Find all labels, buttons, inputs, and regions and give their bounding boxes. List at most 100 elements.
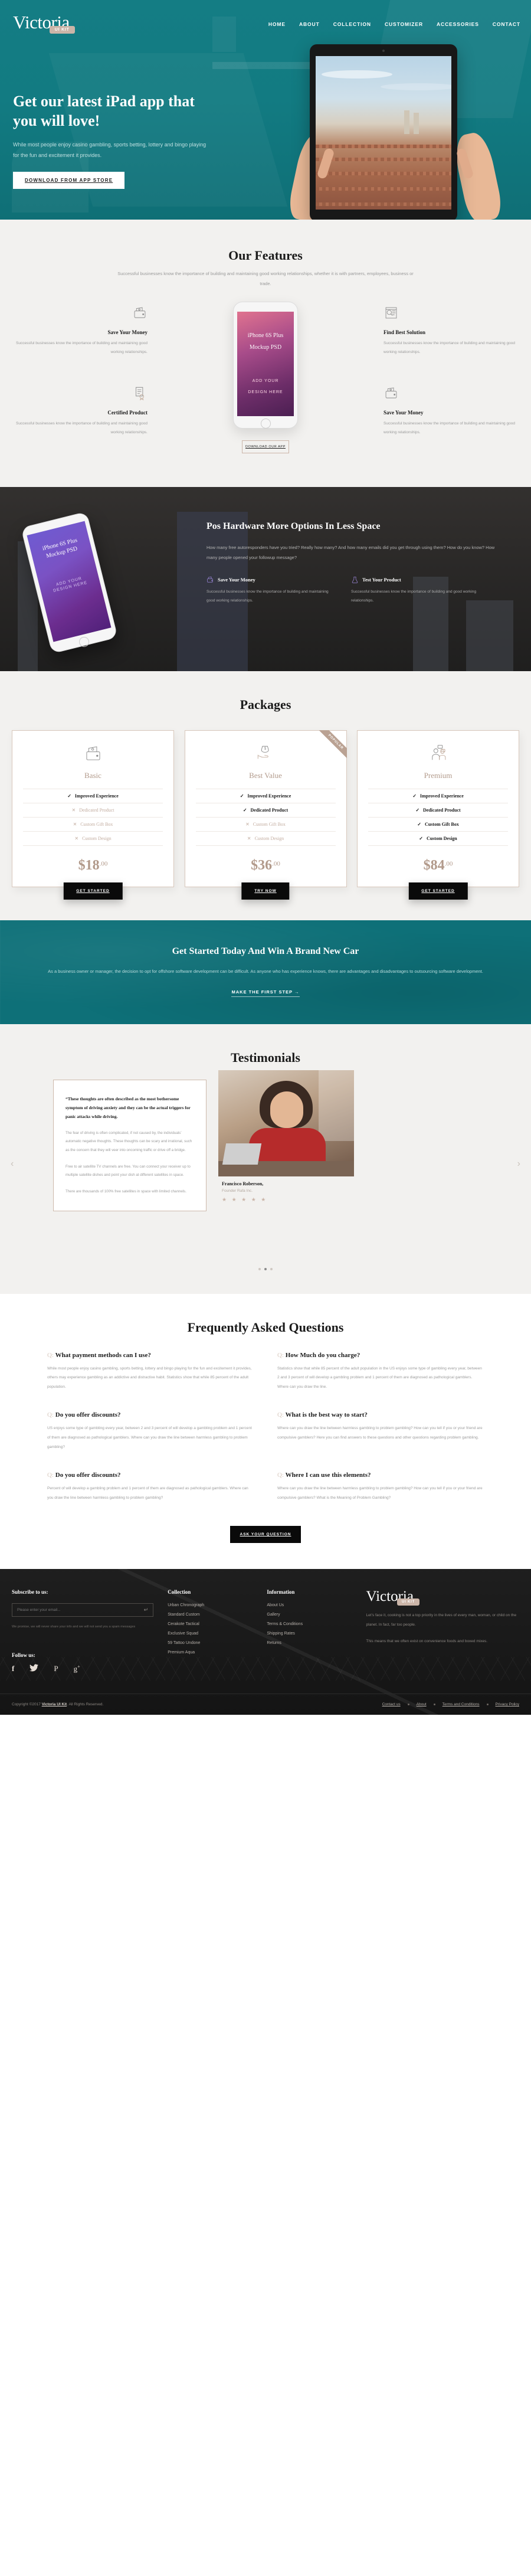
package-cta-button[interactable]: GET STARTED <box>408 882 468 900</box>
faq-item: Q: Do you offer discounts? US enjoys som… <box>47 1411 254 1452</box>
footer-bottom-links[interactable]: Contact us About Terms and Conditions Pr… <box>382 1702 519 1707</box>
collection-list-item[interactable]: 59 Tattoo Undone <box>168 1641 253 1645</box>
tower-shape <box>414 113 419 134</box>
carousel-dot-active[interactable] <box>264 1267 267 1270</box>
facebook-icon[interactable]: f <box>12 1664 14 1673</box>
cross-icon: ✕ <box>71 807 76 813</box>
separator-dot <box>433 1704 435 1706</box>
information-list-item[interactable]: About Us <box>267 1603 352 1607</box>
collection-list-item[interactable]: Urban Chronograph <box>168 1603 253 1607</box>
faq-question: Q: Do you offer discounts? <box>47 1411 254 1418</box>
features-column-right: Find Best Solution Successful businesses… <box>384 305 519 466</box>
iphone-mockup: iPhone 6S Plus Mockup PSD ADD YOUR DESIG… <box>21 511 118 654</box>
features-title: Our Features <box>228 248 303 263</box>
feature-text: Successful businesses know the importanc… <box>16 421 148 434</box>
carousel-dot[interactable] <box>258 1267 261 1270</box>
hero-copy: Get our latest iPad app that you will lo… <box>13 91 208 189</box>
package-card-best-value[interactable]: POPULAR $ Best Value ✓ Improved Experienc… <box>184 730 347 900</box>
information-heading: Information <box>267 1589 295 1596</box>
testimonial-slide: “These thoughts are often described as t… <box>53 1070 478 1211</box>
collection-list-item[interactable]: Exclusive Squad <box>168 1632 253 1636</box>
package-feature-label: Improved Experience <box>247 793 291 799</box>
pinterest-icon[interactable]: P <box>54 1664 58 1673</box>
nav-item-home[interactable]: HOME <box>268 21 286 27</box>
package-price: $18.00 <box>23 858 163 874</box>
footer-collection-column: Collection Urban Chronograph Standard Cu… <box>168 1589 253 1673</box>
faq-item: Q: How Much do you charge? Statistics sh… <box>277 1352 484 1392</box>
pos-feature-title: Test Your Product <box>362 577 401 583</box>
collection-list-item[interactable]: Standard Custom <box>168 1613 253 1617</box>
pos-paragraph: How many free autoresponders have you tr… <box>206 545 495 561</box>
package-card-basic[interactable]: Basic ✓ Improved Experience ✕ Dedicated Pr… <box>12 730 174 900</box>
email-input[interactable] <box>17 1608 144 1613</box>
mockup-cta-2: DESIGN HERE <box>248 390 283 394</box>
feature-item: Save Your Money Successful businesses kn… <box>384 385 519 437</box>
copyright-prefix: Copyright ©2017 <box>12 1702 42 1707</box>
footer-logo[interactable]: Victoria UI KIT <box>366 1589 519 1606</box>
package-name: Premium <box>424 770 453 780</box>
tower-shape <box>404 110 409 134</box>
faq-question: Q: Do you offer discounts? <box>47 1472 254 1479</box>
packages-title: Packages <box>240 697 291 712</box>
package-price: $84.00 <box>368 858 508 874</box>
footer-information-column: Information About Us Gallery Terms & Con… <box>267 1589 352 1673</box>
carousel-dot[interactable] <box>270 1267 273 1270</box>
feature-title: Certified Product <box>107 409 148 416</box>
package-cta-button[interactable]: TRY NOW <box>241 882 290 900</box>
mockup-cta-1: ADD YOUR <box>252 378 279 383</box>
collection-list-item[interactable]: Premium Aqua <box>168 1650 253 1655</box>
enter-arrow-icon[interactable]: ↵ <box>144 1607 149 1613</box>
collection-list[interactable]: Urban Chronograph Standard Custom Cerako… <box>168 1603 253 1655</box>
subscribe-form[interactable]: ↵ <box>12 1603 154 1617</box>
faq-item: Q: What payment methods can I use? While… <box>47 1352 254 1392</box>
package-card-premium[interactable]: Premium ✓ Improved Experience ✓ Dedicated … <box>357 730 519 900</box>
ask-your-question-button[interactable]: ASK YOUR QUESTION <box>230 1526 301 1544</box>
package-price-amount: $84 <box>423 857 445 873</box>
footer-subscribe-column: Subscribe to us: ↵ We promise, we will n… <box>12 1589 154 1673</box>
information-list-item[interactable]: Shipping Rates <box>267 1632 352 1636</box>
pos-feature-list: Save Your Money Successful businesses kn… <box>206 576 502 606</box>
features-grid: Save Your Money Successful businesses kn… <box>12 302 519 466</box>
information-list-item[interactable]: Gallery <box>267 1613 352 1617</box>
carousel-dots[interactable] <box>0 1267 531 1270</box>
twitter-icon[interactable] <box>30 1664 39 1672</box>
nav-item-about[interactable]: ABOUT <box>299 21 320 27</box>
package-feature-label: Custom Design <box>82 835 112 841</box>
copyright-brand[interactable]: Victoria UI Kit <box>42 1702 67 1707</box>
information-list-item[interactable]: Terms & Conditions <box>267 1622 352 1626</box>
collection-list-item[interactable]: Cerakote Tactical <box>168 1622 253 1626</box>
make-first-step-link[interactable]: MAKE THE FIRST STEP → <box>231 989 300 997</box>
information-list-item[interactable]: Returns <box>267 1641 352 1645</box>
package-feature: ✓ Improved Experience <box>23 789 163 803</box>
nav-item-customizer[interactable]: CUSTOMIZER <box>385 21 423 27</box>
information-list[interactable]: About Us Gallery Terms & Conditions Ship… <box>267 1603 352 1645</box>
nav-item-contact[interactable]: CONTACT <box>493 21 520 27</box>
rooftops-shape <box>316 145 451 148</box>
site-logo[interactable]: Victoria UI KIT <box>13 13 75 34</box>
footer-link-privacy[interactable]: Privacy Policy <box>496 1702 519 1707</box>
package-feature-label: Improved Experience <box>74 793 119 799</box>
check-icon: ✓ <box>242 807 247 813</box>
rooftops-shape <box>316 172 451 175</box>
download-app-store-button[interactable]: DOWNLOAD FROM APP STORE <box>13 172 125 189</box>
download-our-app-button[interactable]: DOWNLOAD OUR APP <box>242 440 289 453</box>
pos-hardware-section: iPhone 6S Plus Mockup PSD ADD YOUR DESIG… <box>0 486 531 671</box>
package-feature-label: Custom Gift Box <box>253 821 286 827</box>
faq-question: Q: What payment methods can I use? <box>47 1352 254 1359</box>
package-feature-label: Custom Design <box>426 835 457 841</box>
googleplus-icon[interactable]: g+ <box>74 1664 80 1673</box>
testimonial-next-arrow[interactable]: › <box>517 1159 520 1169</box>
pos-feature-title: Save Your Money <box>218 577 255 583</box>
main-navigation[interactable]: HOME ABOUT COLLECTION CUSTOMIZER ACCESSO… <box>268 21 520 27</box>
faq-question-text: What payment methods can I use? <box>55 1351 151 1359</box>
social-links[interactable]: f P g+ <box>12 1664 153 1673</box>
check-icon: ✓ <box>417 821 421 827</box>
package-cta-button[interactable]: GET STARTED <box>63 882 123 900</box>
footer-link-terms[interactable]: Terms and Conditions <box>442 1702 480 1707</box>
testimonial-prev-arrow[interactable]: ‹ <box>11 1159 14 1169</box>
check-icon: ✓ <box>240 793 244 799</box>
nav-item-collection[interactable]: COLLECTION <box>333 21 371 27</box>
footer-link-about[interactable]: About <box>417 1702 427 1707</box>
footer-link-contact-us[interactable]: Contact us <box>382 1702 401 1707</box>
nav-item-accessories[interactable]: ACCESSORIES <box>437 21 479 27</box>
